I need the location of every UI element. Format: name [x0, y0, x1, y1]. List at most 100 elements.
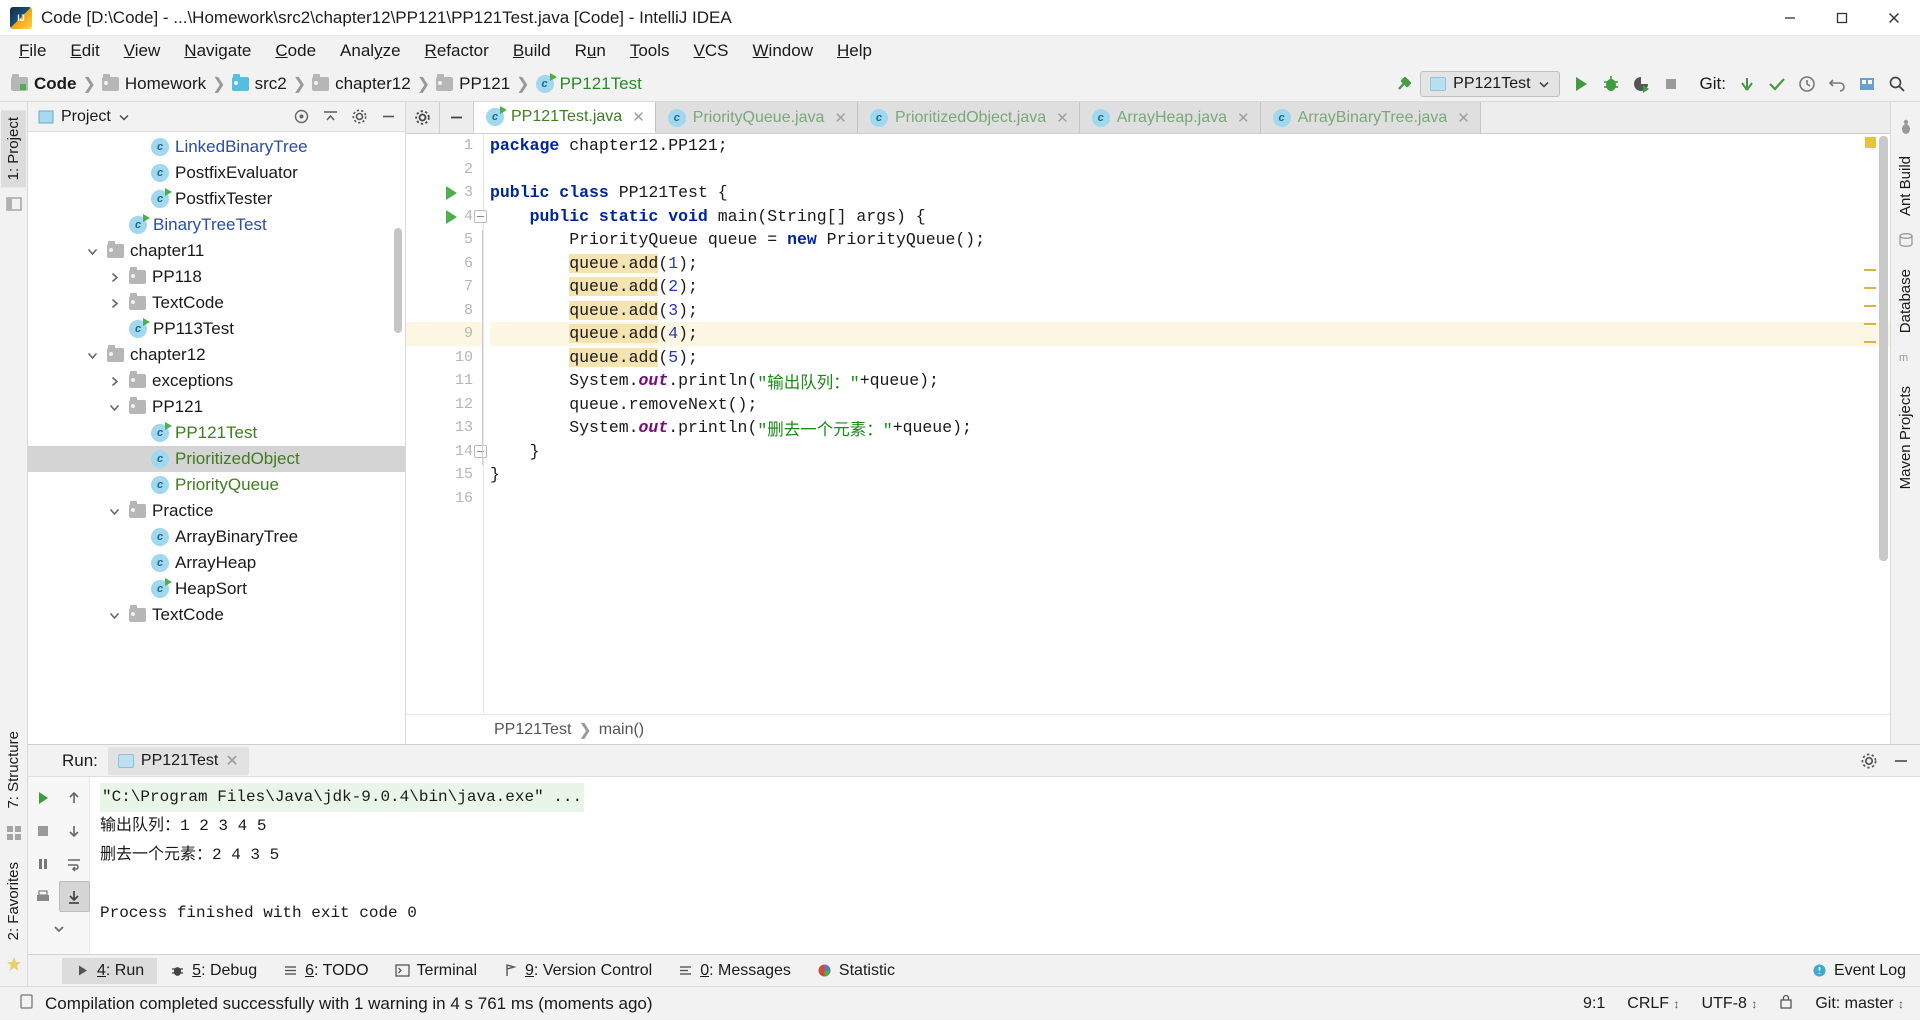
scroll-to-end-button[interactable] [58, 881, 90, 912]
editor-hide-button[interactable] [440, 102, 474, 133]
collapse-all-button[interactable] [319, 106, 341, 128]
editor-tab-priorityqueue[interactable]: c PriorityQueue.java ✕ [655, 102, 858, 133]
code-line-8[interactable]: queue.add(3); [490, 299, 1890, 323]
code-text-area[interactable]: package chapter12.PP121; public class PP… [484, 134, 1890, 714]
code-line-5[interactable]: PriorityQueue queue = new PriorityQueue(… [490, 228, 1890, 252]
gutter-line-16[interactable]: 16 [406, 487, 483, 511]
bottom-tab-debug[interactable]: 5: Debug [157, 958, 270, 984]
editor-tab-arraybinarytree[interactable]: c ArrayBinaryTree.java ✕ [1260, 102, 1481, 133]
chevron-down-icon[interactable] [106, 401, 123, 414]
menu-run[interactable]: Run [564, 38, 617, 64]
project-tree[interactable]: c LinkedBinaryTree c PostfixEvaluator c Postf… [28, 132, 405, 744]
tree-row-binarytreetest[interactable]: c BinaryTreeTest [28, 212, 405, 238]
menu-navigate[interactable]: Navigate [173, 38, 262, 64]
soft-wrap-button[interactable] [59, 848, 90, 879]
stop-button[interactable] [1656, 69, 1686, 99]
warning-marker[interactable] [1864, 269, 1876, 271]
editor-gear-button[interactable] [406, 102, 440, 133]
next-occurrence-button[interactable] [59, 815, 90, 846]
close-window-button[interactable] [1868, 0, 1920, 36]
maximize-window-button[interactable] [1816, 0, 1868, 36]
bottom-tab-versioncontrol[interactable]: 9: Version Control [490, 958, 665, 984]
event-log-button[interactable]: Event Log [1812, 962, 1920, 980]
code-line-9[interactable]: queue.add(4); [490, 322, 1890, 346]
tree-row-arraybinarytree[interactable]: c ArrayBinaryTree [28, 524, 405, 550]
project-tree-scrollbar[interactable] [394, 228, 402, 333]
chevron-down-icon[interactable] [106, 505, 123, 518]
bottom-tab-terminal[interactable]: Terminal [382, 958, 490, 984]
commit-button[interactable] [1762, 69, 1792, 99]
tree-row-textcode[interactable]: TextCode [28, 602, 405, 628]
menu-tools[interactable]: Tools [619, 38, 681, 64]
tree-row-postfixtester[interactable]: c PostfixTester [28, 186, 405, 212]
stop-process-button[interactable] [28, 815, 59, 846]
code-line-15[interactable]: } [490, 463, 1890, 487]
close-icon[interactable]: ✕ [1237, 109, 1250, 127]
editor-tab-prioritizedobject[interactable]: c PrioritizedObject.java ✕ [857, 102, 1080, 133]
close-icon[interactable]: ✕ [1056, 109, 1069, 127]
sidebar-item-favorites[interactable]: 2: Favorites [1, 855, 26, 947]
breadcrumb-class[interactable]: PP121Test [494, 721, 571, 739]
chevron-down-icon[interactable] [84, 349, 101, 362]
breadcrumb-item-code[interactable]: Code [8, 73, 80, 94]
maven-icon[interactable]: m [1898, 349, 1914, 370]
rollback-button[interactable] [1822, 69, 1852, 99]
tree-row-heapsort[interactable]: c HeapSort [28, 576, 405, 602]
code-line-2[interactable] [490, 158, 1890, 182]
grid-icon[interactable] [6, 825, 22, 846]
gutter-line-12[interactable]: 12 [406, 393, 483, 417]
hide-panel-button[interactable] [377, 106, 399, 128]
settings-button[interactable] [1852, 69, 1882, 99]
tree-row-exceptions[interactable]: exceptions [28, 368, 405, 394]
sidebar-item-maven-projects[interactable]: Maven Projects [1893, 379, 1918, 496]
code-line-1[interactable]: package chapter12.PP121; [490, 134, 1890, 158]
sidebar-item-project[interactable]: 1: Project [1, 110, 26, 188]
bottom-tab-run[interactable]: 4: Run [62, 957, 158, 984]
breadcrumb-item-chapter12[interactable]: chapter12 [309, 73, 414, 94]
minimize-window-button[interactable] [1764, 0, 1816, 36]
gutter-line-14[interactable]: 14 [406, 440, 487, 464]
menu-view[interactable]: View [113, 38, 172, 64]
editor-vertical-scrollbar[interactable] [1879, 136, 1888, 561]
tree-row-linkedbinarytree[interactable]: c LinkedBinaryTree [28, 134, 405, 160]
tree-row-arrayheap[interactable]: c ArrayHeap [28, 550, 405, 576]
console-output[interactable]: "C:\Program Files\Java\jdk-9.0.4\bin\jav… [90, 777, 1920, 954]
gutter-line-8[interactable]: 8 [406, 299, 483, 323]
tree-row-textcode[interactable]: TextCode [28, 290, 405, 316]
menu-build[interactable]: Build [502, 38, 562, 64]
gutter-line-4[interactable]: 4 [406, 205, 487, 229]
tree-row-chapter11[interactable]: chapter11 [28, 238, 405, 264]
tree-row-postfixevaluator[interactable]: c PostfixEvaluator [28, 160, 405, 186]
gutter-line-3[interactable]: 3 [406, 181, 483, 205]
gutter-line-15[interactable]: 15 [406, 463, 483, 487]
code-line-12[interactable]: queue.removeNext(); [490, 393, 1890, 417]
close-icon[interactable]: ✕ [632, 108, 645, 126]
run-settings-button[interactable] [1858, 750, 1880, 772]
menu-file[interactable]: FFileile [8, 38, 57, 64]
editor-tab-pp121test[interactable]: c PP121Test.java ✕ [474, 102, 656, 133]
tree-row-pp121test[interactable]: c PP121Test [28, 420, 405, 446]
breadcrumb-item-pp121[interactable]: PP121 [433, 73, 513, 94]
database-icon[interactable] [1898, 232, 1914, 253]
star-icon[interactable] [6, 956, 22, 977]
bottom-tab-messages[interactable]: 0: Messages [665, 958, 804, 984]
pause-output-button[interactable] [28, 848, 59, 879]
history-button[interactable] [1792, 69, 1822, 99]
chevron-right-icon[interactable] [106, 271, 123, 284]
tree-row-pp113test[interactable]: c PP113Test [28, 316, 405, 342]
menu-vcs[interactable]: VCS [683, 38, 740, 64]
gutter-line-1[interactable]: 1 [406, 134, 483, 158]
code-line-7[interactable]: queue.add(2); [490, 275, 1890, 299]
print-button[interactable] [28, 881, 59, 912]
update-project-button[interactable] [1732, 69, 1762, 99]
gutter-line-7[interactable]: 7 [406, 275, 483, 299]
bottom-tab-todo[interactable]: 6: TODO [270, 958, 381, 984]
hide-run-panel-button[interactable] [1890, 750, 1912, 772]
run-tab-pp121test[interactable]: PP121Test ✕ [107, 746, 249, 775]
chevron-down-icon[interactable] [118, 111, 130, 123]
sidebar-item-structure[interactable]: 7: Structure [1, 724, 26, 816]
gutter-line-9[interactable]: 9 [406, 322, 483, 346]
chevron-down-icon[interactable] [106, 609, 123, 622]
breadcrumb-item-homework[interactable]: Homework [99, 73, 209, 94]
code-line-13[interactable]: System. out .println("删去一个元素：" +queue); [490, 416, 1890, 440]
